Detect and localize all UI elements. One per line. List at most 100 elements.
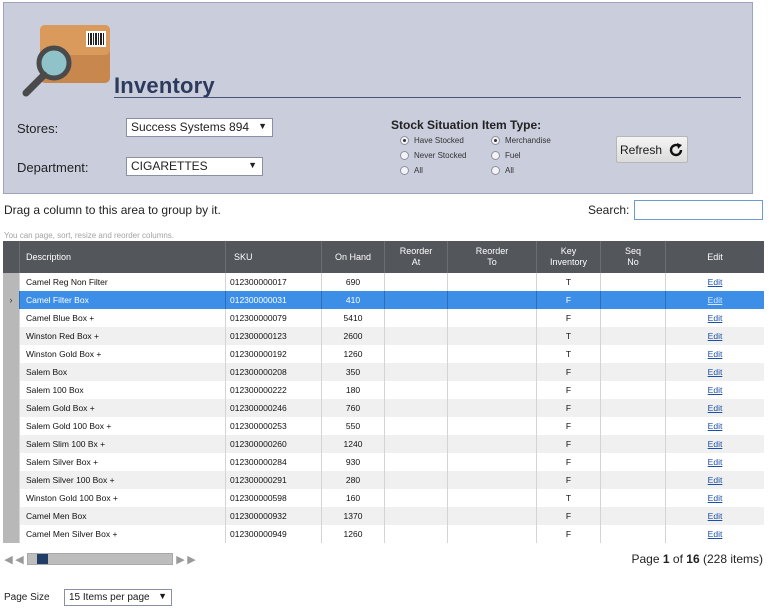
radio-never-stocked[interactable]: Never Stocked xyxy=(400,151,466,160)
stores-select-value: Success Systems 894 xyxy=(131,120,250,134)
cell-on-hand: 1240 xyxy=(321,435,384,453)
prev-page-icon[interactable]: ◀ xyxy=(14,553,25,566)
row-indicator[interactable] xyxy=(3,363,19,381)
edit-link[interactable]: Edit xyxy=(708,475,723,485)
search-input[interactable] xyxy=(634,200,763,220)
table-row[interactable]: Winston Red Box +012300000123 2600 T Edit xyxy=(3,327,764,345)
table-row[interactable]: Salem Slim 100 Bx +012300000260 1240 F Edit xyxy=(3,435,764,453)
edit-link[interactable]: Edit xyxy=(708,421,723,431)
table-row[interactable]: Camel Men Box 012300000932 1370 F Edit xyxy=(3,507,764,525)
table-row[interactable]: Salem Silver Box +012300000284 930 F Edit xyxy=(3,453,764,471)
radio-item-all[interactable]: All xyxy=(491,166,514,175)
page-size-select[interactable]: 15 Items per page ▼ xyxy=(64,589,172,606)
column-header-reorder-to[interactable]: Reorder To xyxy=(447,241,536,273)
row-indicator[interactable] xyxy=(3,471,19,489)
next-page-icon[interactable]: ▶ xyxy=(175,553,186,566)
header-indicator xyxy=(3,241,19,273)
cell-seq-no xyxy=(600,453,665,471)
row-indicator[interactable] xyxy=(3,309,19,327)
table-row[interactable]: Salem 100 Box 012300000222 180 F Edit xyxy=(3,381,764,399)
table-row[interactable]: Camel Reg Non Filter 012300000017 690 T Edit xyxy=(3,273,764,291)
cell-key-inventory: T xyxy=(536,327,600,345)
cell-sku: 012300000222 xyxy=(225,381,321,399)
item-type-title: Item Type: xyxy=(482,118,542,132)
table-row[interactable]: › Camel Filter Box 012300000031 410 F Edit xyxy=(3,291,764,309)
table-row[interactable]: Camel Blue Box +012300000079 5410 F Edit xyxy=(3,309,764,327)
row-indicator[interactable] xyxy=(3,345,19,363)
cell-on-hand: 1370 xyxy=(321,507,384,525)
row-indicator[interactable] xyxy=(3,489,19,507)
row-indicator[interactable] xyxy=(3,417,19,435)
edit-link[interactable]: Edit xyxy=(708,331,723,341)
group-drop-area[interactable]: Drag a column to this area to group by i… xyxy=(4,203,221,217)
page-slider-thumb[interactable] xyxy=(37,554,48,564)
edit-link[interactable]: Edit xyxy=(708,277,723,287)
grid-hint: You can page, sort, resize and reorder c… xyxy=(4,231,175,240)
cell-seq-no xyxy=(600,309,665,327)
edit-link[interactable]: Edit xyxy=(708,313,723,323)
column-header-edit[interactable]: Edit xyxy=(665,241,764,273)
edit-link[interactable]: Edit xyxy=(708,493,723,503)
cell-key-inventory: T xyxy=(536,489,600,507)
column-header-key-inventory[interactable]: Key Inventory xyxy=(536,241,600,273)
column-header-on-hand[interactable]: On Hand xyxy=(321,241,384,273)
cell-reorder-at xyxy=(384,471,447,489)
row-indicator[interactable] xyxy=(3,453,19,471)
table-row[interactable]: Salem Gold 100 Box +012300000253 550 F Edit xyxy=(3,417,764,435)
table-row[interactable]: Salem Gold Box +012300000246 760 F Edit xyxy=(3,399,764,417)
cell-seq-no xyxy=(600,381,665,399)
radio-label: Never Stocked xyxy=(414,151,467,160)
edit-link[interactable]: Edit xyxy=(708,457,723,467)
radio-icon xyxy=(491,136,500,145)
inventory-grid: Description SKU On Hand Reorder At Reord… xyxy=(3,241,764,543)
cell-edit: Edit xyxy=(665,453,764,471)
edit-link[interactable]: Edit xyxy=(708,385,723,395)
cell-on-hand: 1260 xyxy=(321,345,384,363)
edit-link[interactable]: Edit xyxy=(708,403,723,413)
radio-label: All xyxy=(505,166,514,175)
department-select[interactable]: CIGARETTES ▼ xyxy=(126,157,263,176)
row-indicator[interactable] xyxy=(3,327,19,345)
cell-reorder-at xyxy=(384,525,447,543)
cell-key-inventory: F xyxy=(536,381,600,399)
cell-sku: 012300000932 xyxy=(225,507,321,525)
radio-have-stocked[interactable]: Have Stocked xyxy=(400,136,464,145)
edit-link[interactable]: Edit xyxy=(708,511,723,521)
page-size-label: Page Size xyxy=(4,592,50,603)
radio-fuel[interactable]: Fuel xyxy=(491,151,521,160)
stores-select[interactable]: Success Systems 894 ▼ xyxy=(126,118,273,137)
table-row[interactable]: Salem Box 012300000208 350 F Edit xyxy=(3,363,764,381)
edit-link[interactable]: Edit xyxy=(708,349,723,359)
edit-link[interactable]: Edit xyxy=(708,439,723,449)
row-indicator[interactable] xyxy=(3,507,19,525)
column-header-description[interactable]: Description xyxy=(19,241,225,273)
page-slider[interactable] xyxy=(27,553,173,565)
row-indicator[interactable]: › xyxy=(3,291,19,309)
row-indicator[interactable] xyxy=(3,273,19,291)
edit-link[interactable]: Edit xyxy=(708,367,723,377)
last-page-icon[interactable]: ▶ xyxy=(186,553,197,566)
refresh-button[interactable]: Refresh xyxy=(616,136,688,163)
row-indicator[interactable] xyxy=(3,381,19,399)
edit-link[interactable]: Edit xyxy=(708,529,723,539)
row-indicator[interactable] xyxy=(3,435,19,453)
table-row[interactable]: Winston Gold Box +012300000192 1260 T Edit xyxy=(3,345,764,363)
column-header-sku[interactable]: SKU xyxy=(225,241,321,273)
first-page-icon[interactable]: ◀ xyxy=(3,553,14,566)
radio-label: All xyxy=(414,166,423,175)
table-row[interactable]: Salem Silver 100 Box +012300000291 280 F Ed… xyxy=(3,471,764,489)
table-row[interactable]: Winston Gold 100 Box +012300000598 160 T Ed… xyxy=(3,489,764,507)
radio-merchandise[interactable]: Merchandise xyxy=(491,136,551,145)
row-indicator[interactable] xyxy=(3,399,19,417)
radio-stock-all[interactable]: All xyxy=(400,166,423,175)
cell-edit: Edit xyxy=(665,471,764,489)
row-indicator[interactable] xyxy=(3,525,19,543)
grid-body: Camel Reg Non Filter 012300000017 690 T Edit… xyxy=(3,273,764,543)
column-header-seq-no[interactable]: Seq No xyxy=(600,241,665,273)
column-header-reorder-at[interactable]: Reorder At xyxy=(384,241,447,273)
edit-link[interactable]: Edit xyxy=(708,295,723,305)
cell-reorder-at xyxy=(384,327,447,345)
table-row[interactable]: Camel Men Silver Box +012300000949 1260 F E… xyxy=(3,525,764,543)
cell-description: Salem Gold Box + xyxy=(19,399,225,417)
cell-description: Camel Blue Box + xyxy=(19,309,225,327)
